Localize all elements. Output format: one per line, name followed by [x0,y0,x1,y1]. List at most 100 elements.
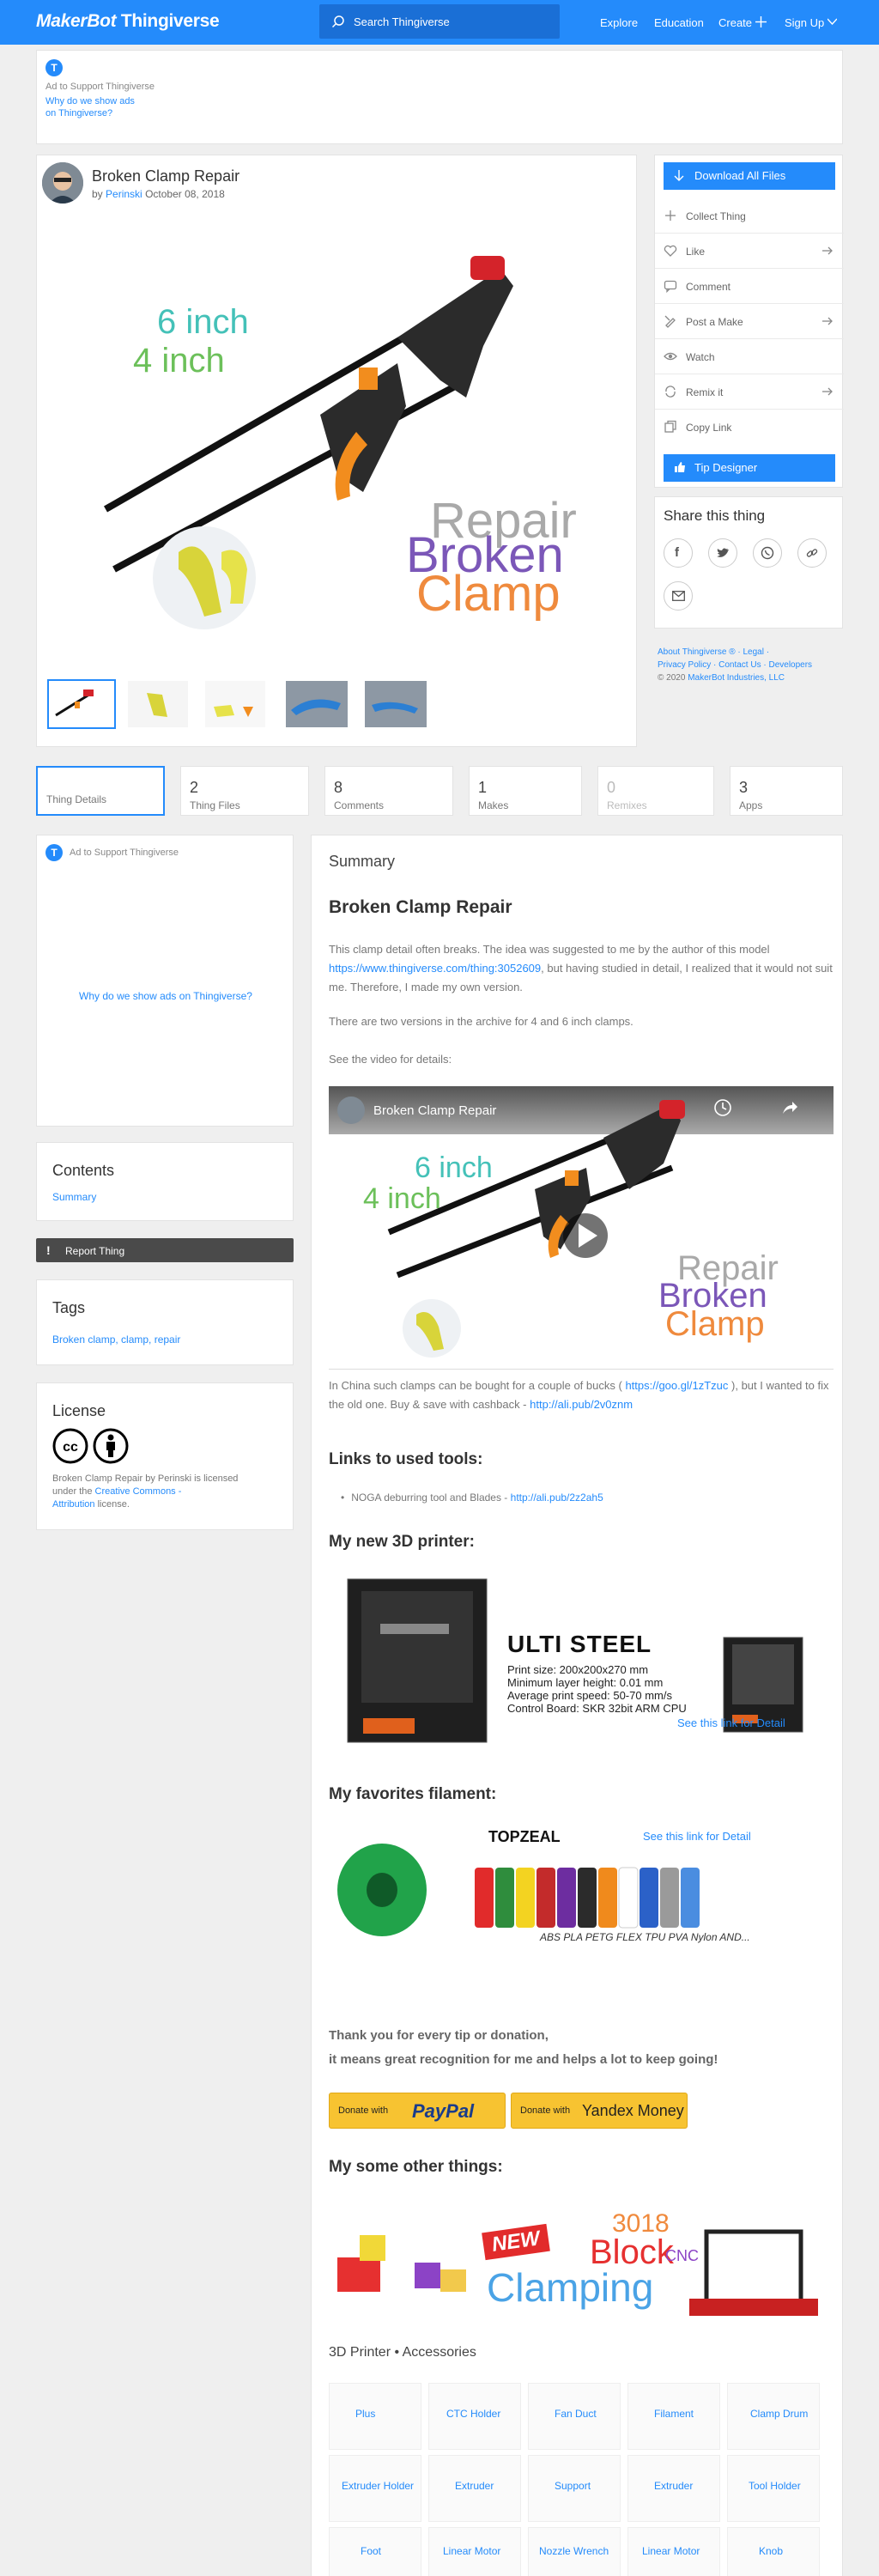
accessory-thumbnail[interactable]: CTC Holder [428,2383,521,2450]
tab-count: 3 [739,779,749,796]
accessory-thumbnail[interactable]: Foot [329,2527,421,2576]
ad-label: Ad to Support Thingiverse [45,82,155,92]
accessory-thumbnail[interactable]: Filament [627,2383,720,2450]
filament-detail-link[interactable]: See this link for Detail [643,1830,751,1843]
arrow-right-icon[interactable] [821,315,834,327]
nav-explore[interactable]: Explore [600,16,638,29]
donate-yandex-button[interactable]: Donate with Yandex Money [511,2093,688,2129]
accessory-thumbnail[interactable]: Nozzle Wrench [528,2527,621,2576]
download-all-files-button[interactable]: Download All Files [664,162,835,190]
accessory-thumbnail[interactable]: Plus [329,2383,421,2450]
why-ads-link[interactable]: Why do we show ads on Thingiverse? [37,990,294,1002]
twitter-icon[interactable] [708,538,737,568]
contents-summary-link[interactable]: Summary [52,1191,96,1203]
why-ads-link[interactable]: Why do we show ads [45,96,135,106]
filament-types: ABS PLA PETG FLEX TPU PVA Nylon AND... [540,1931,750,1943]
thumbnail-1[interactable] [47,679,116,729]
accessory-thumbnail[interactable]: Tool Holder [727,2455,820,2522]
tab-thing-files[interactable]: 2 Thing Files [180,766,309,816]
thing-title: Broken Clamp Repair [92,167,240,185]
noga-tool-link[interactable]: http://ali.pub/2z2ah5 [511,1492,603,1504]
makerbot-thingiverse-logo[interactable]: MakerBot Thingiverse [36,11,220,32]
post-a-make-button[interactable]: Post a Make [655,304,844,339]
accessory-thumbnail[interactable]: Clamp Drum [727,2383,820,2450]
p4-text-b: ), but I wanted [731,1379,803,1392]
search-input[interactable]: Search Thingiverse [319,4,560,39]
footer-links-line2[interactable]: Privacy Policy · Contact Us · Developers [658,659,812,671]
nav-create[interactable]: Create [718,16,752,29]
filament-banner[interactable]: TOPZEAL See this link for Detail ABS PLA… [329,1823,834,1952]
printer-brand: ULTI STEEL [507,1631,652,1657]
copy-link-button[interactable]: Copy Link [655,410,844,445]
accessory-caption: Nozzle Wrench [539,2545,609,2557]
tab-label: Comments [334,799,385,811]
by-text: by [92,188,103,200]
china-clamp-link[interactable]: https://goo.gl/1zTzuc [625,1379,728,1392]
tags-title: Tags [52,1299,86,1316]
tab-count: 8 [334,779,343,796]
arrow-right-icon[interactable] [821,386,834,398]
report-thing-button[interactable]: ! Report Thing [36,1238,294,1262]
watch-button[interactable]: Watch [655,339,844,374]
attribution-link[interactable]: Attribution [52,1499,95,1510]
cashback-link[interactable]: http://ali.pub/2v0znm [530,1398,633,1411]
like-button[interactable]: Like [655,234,844,269]
printer-banner[interactable]: ULTI STEEL Print size: 200x200x270 mm Mi… [329,1572,834,1751]
email-icon[interactable] [664,581,693,611]
accessory-thumbnail[interactable]: Fan Duct [528,2383,621,2450]
summary-paragraph-4: In China such clamps can be bought for a… [329,1376,835,1414]
nav-education[interactable]: Education [654,16,704,29]
why-ads-link-2[interactable]: on Thingiverse? [45,108,112,118]
tab-apps[interactable]: 3 Apps [730,766,843,816]
thumbnail-4[interactable] [286,681,348,727]
accessory-thumbnail[interactable]: Extruder [627,2455,720,2522]
makerbot-link[interactable]: MakerBot Industries, LLC [688,673,785,683]
printer-detail-link[interactable]: See this link for Detail [677,1716,785,1729]
plus-icon[interactable] [755,16,767,27]
tab-label: Remixes [607,799,647,811]
accessory-thumbnail[interactable]: Extruder Holder [329,2455,421,2522]
accessories-heading: 3D Printer • Accessories [329,2345,476,2360]
tip-designer-button[interactable]: Tip Designer [664,454,835,482]
tab-makes[interactable]: 1 Makes [469,766,582,816]
plus-icon [665,210,676,221]
other-things-banner[interactable]: NEW 3018 Block CNC Clamping [329,2197,834,2324]
tab-label: Apps [739,799,763,811]
whatsapp-icon[interactable] [753,538,782,568]
footer-links-line1[interactable]: About Thingiverse ® · Legal · [658,646,812,659]
video-embed[interactable]: Broken Clamp Repair 6 inch 4 inch Repair… [329,1086,834,1370]
creative-commons-icon[interactable]: cc [52,1428,130,1464]
author-avatar[interactable] [42,162,83,204]
tab-comments[interactable]: 8 Comments [324,766,453,816]
tab-thing-details[interactable]: Thing Details [36,766,165,816]
thumbnail-2[interactable] [128,681,188,727]
tab-remixes[interactable]: 0 Remixes [597,766,714,816]
accessory-thumbnail[interactable]: Extruder [428,2455,521,2522]
tags-list[interactable]: Broken clamp, clamp, repair [52,1334,180,1346]
nav-sign-up[interactable]: Sign Up [785,16,824,29]
facebook-icon[interactable]: f [664,538,693,568]
accessory-thumbnail[interactable]: Support [528,2455,621,2522]
cc-license-link[interactable]: Creative Commons - [95,1486,182,1497]
accessory-thumbnail[interactable]: Knob [727,2527,820,2576]
author-link[interactable]: Perinski [106,188,142,200]
comment-button[interactable]: Comment [655,269,844,304]
remix-button[interactable]: Remix it [655,374,844,410]
accessory-caption: Clamp Drum [750,2408,809,2420]
tip-label: Tip Designer [694,461,758,474]
link-icon[interactable] [797,538,827,568]
thumbnail-5[interactable] [365,681,427,727]
collect-thing-button[interactable]: Collect Thing [655,198,844,234]
hero-word-clamp: Clamp [416,566,561,622]
summary-paragraph-2: There are two versions in the archive fo… [329,1015,633,1028]
source-thing-link[interactable]: https://www.thingiverse.com/thing:305260… [329,962,541,975]
accessory-thumbnail[interactable]: Linear Motor [428,2527,521,2576]
chevron-down-icon[interactable] [827,18,837,25]
thumbnail-3[interactable] [205,681,265,727]
yandex-money-logo: Yandex Money [582,2102,684,2119]
contents-box: Contents Summary [36,1142,294,1221]
donate-paypal-button[interactable]: Donate with PayPal [329,2093,506,2129]
thing-hero-image[interactable]: 6 inch 4 inch Repair Broken Clamp [37,209,636,647]
accessory-thumbnail[interactable]: Linear Motor [627,2527,720,2576]
arrow-right-icon[interactable] [821,245,834,257]
